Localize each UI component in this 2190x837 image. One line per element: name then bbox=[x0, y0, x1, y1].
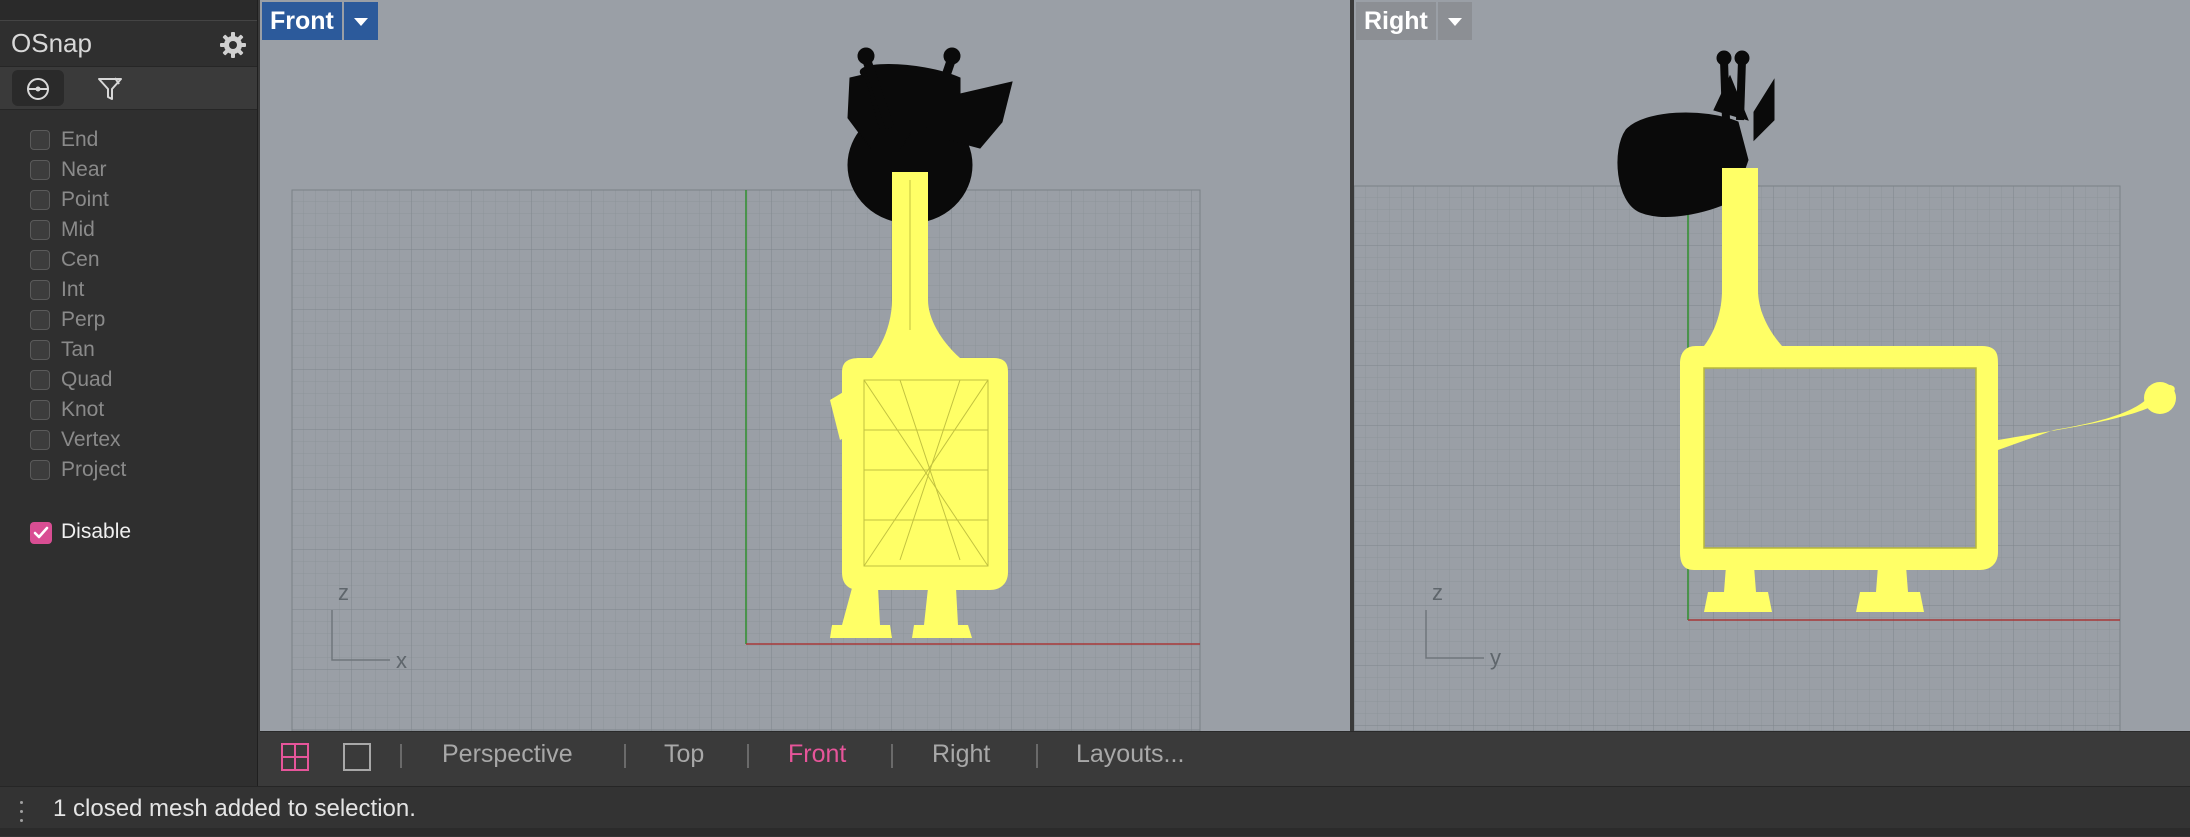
divider bbox=[891, 744, 893, 768]
snap-item-cen[interactable]: Cen bbox=[30, 246, 230, 274]
snap-label: Near bbox=[61, 158, 107, 181]
snap-item-quad[interactable]: Quad bbox=[30, 366, 230, 394]
divider bbox=[624, 744, 626, 768]
snap-label: Vertex bbox=[61, 428, 121, 451]
gear-icon[interactable] bbox=[218, 30, 248, 60]
snap-item-near[interactable]: Near bbox=[30, 156, 230, 184]
snap-item-vertex[interactable]: Vertex bbox=[30, 426, 230, 454]
snap-item-perp[interactable]: Perp bbox=[30, 306, 230, 334]
snap-item-knot[interactable]: Knot bbox=[30, 396, 230, 424]
single-viewport-icon[interactable] bbox=[342, 742, 372, 772]
axis-label-z: z bbox=[1432, 580, 1443, 605]
tab-right[interactable]: Right bbox=[932, 740, 990, 769]
right-viewport[interactable]: z y Right bbox=[1354, 0, 2190, 731]
viewport-title-label: Front bbox=[262, 2, 342, 40]
snap-label: Tan bbox=[61, 338, 95, 361]
front-viewport-canvas[interactable]: z x bbox=[260, 0, 1350, 731]
snap-label: Project bbox=[61, 458, 127, 481]
osnap-tab-row bbox=[0, 66, 257, 110]
snap-item-end[interactable]: End bbox=[30, 126, 230, 154]
checkbox[interactable] bbox=[30, 430, 50, 450]
disable-label: Disable bbox=[61, 520, 132, 543]
snap-item-int[interactable]: Int bbox=[30, 276, 230, 304]
snap-item-project[interactable]: Project bbox=[30, 456, 230, 484]
divider bbox=[1036, 744, 1038, 768]
status-bottom-strip bbox=[0, 828, 2190, 836]
viewport-title-front[interactable]: Front bbox=[262, 2, 378, 40]
axis-label-z: z bbox=[338, 580, 349, 605]
right-viewport-canvas[interactable]: z y bbox=[1354, 0, 2190, 731]
checkbox[interactable] bbox=[30, 160, 50, 180]
snap-label: Knot bbox=[61, 398, 105, 421]
checkbox[interactable] bbox=[30, 250, 50, 270]
checkbox[interactable] bbox=[30, 220, 50, 240]
divider bbox=[747, 744, 749, 768]
drag-handle-icon[interactable] bbox=[14, 799, 30, 825]
snap-label: Quad bbox=[61, 368, 113, 391]
filter-icon bbox=[98, 77, 122, 100]
tab-snaps[interactable] bbox=[12, 70, 64, 106]
checkbox[interactable] bbox=[30, 340, 50, 360]
checkmark-icon bbox=[33, 526, 49, 539]
snap-label: Point bbox=[61, 188, 109, 211]
tab-top[interactable]: Top bbox=[664, 740, 704, 769]
snap-label: Int bbox=[61, 278, 85, 301]
viewport-title-right[interactable]: Right bbox=[1356, 2, 1472, 40]
snap-label: End bbox=[61, 128, 99, 151]
snap-item-point[interactable]: Point bbox=[30, 186, 230, 214]
checkbox[interactable] bbox=[30, 400, 50, 420]
viewport-title-label: Right bbox=[1356, 2, 1436, 40]
chevron-down-icon[interactable] bbox=[1437, 2, 1472, 40]
chevron-down-icon[interactable] bbox=[343, 2, 378, 40]
osnap-panel: OSnap End Near Point Mid Cen Int Perp Ta… bbox=[0, 0, 258, 786]
snap-label: Cen bbox=[61, 248, 100, 271]
checkbox[interactable] bbox=[30, 130, 50, 150]
viewport-tabs-bar: Perspective Top Front Right Layouts... bbox=[260, 731, 2190, 778]
checkbox[interactable] bbox=[30, 280, 50, 300]
snap-label: Mid bbox=[61, 218, 95, 241]
checkbox[interactable] bbox=[30, 190, 50, 210]
snap-label: Perp bbox=[61, 308, 106, 331]
four-viewports-icon[interactable] bbox=[280, 742, 310, 772]
checkbox[interactable] bbox=[30, 460, 50, 480]
tab-front[interactable]: Front bbox=[788, 740, 846, 769]
tab-filter[interactable] bbox=[84, 70, 136, 106]
checkbox[interactable] bbox=[30, 370, 50, 390]
front-viewport[interactable]: z x Front bbox=[260, 0, 1350, 731]
snap-item-mid[interactable]: Mid bbox=[30, 216, 230, 244]
tab-layouts[interactable]: Layouts... bbox=[1076, 740, 1184, 769]
checkbox-checked[interactable] bbox=[30, 522, 52, 544]
status-message: 1 closed mesh added to selection. bbox=[53, 795, 416, 822]
snap-target-icon bbox=[27, 78, 49, 100]
axis-label-y: y bbox=[1490, 645, 1501, 670]
checkbox[interactable] bbox=[30, 310, 50, 330]
tab-perspective[interactable]: Perspective bbox=[442, 740, 573, 769]
axis-label-x: x bbox=[396, 648, 407, 673]
disable-toggle[interactable]: Disable bbox=[30, 518, 230, 546]
snap-item-tan[interactable]: Tan bbox=[30, 336, 230, 364]
panel-top-strip bbox=[0, 0, 257, 21]
divider bbox=[400, 744, 402, 768]
osnap-title: OSnap bbox=[11, 28, 92, 58]
